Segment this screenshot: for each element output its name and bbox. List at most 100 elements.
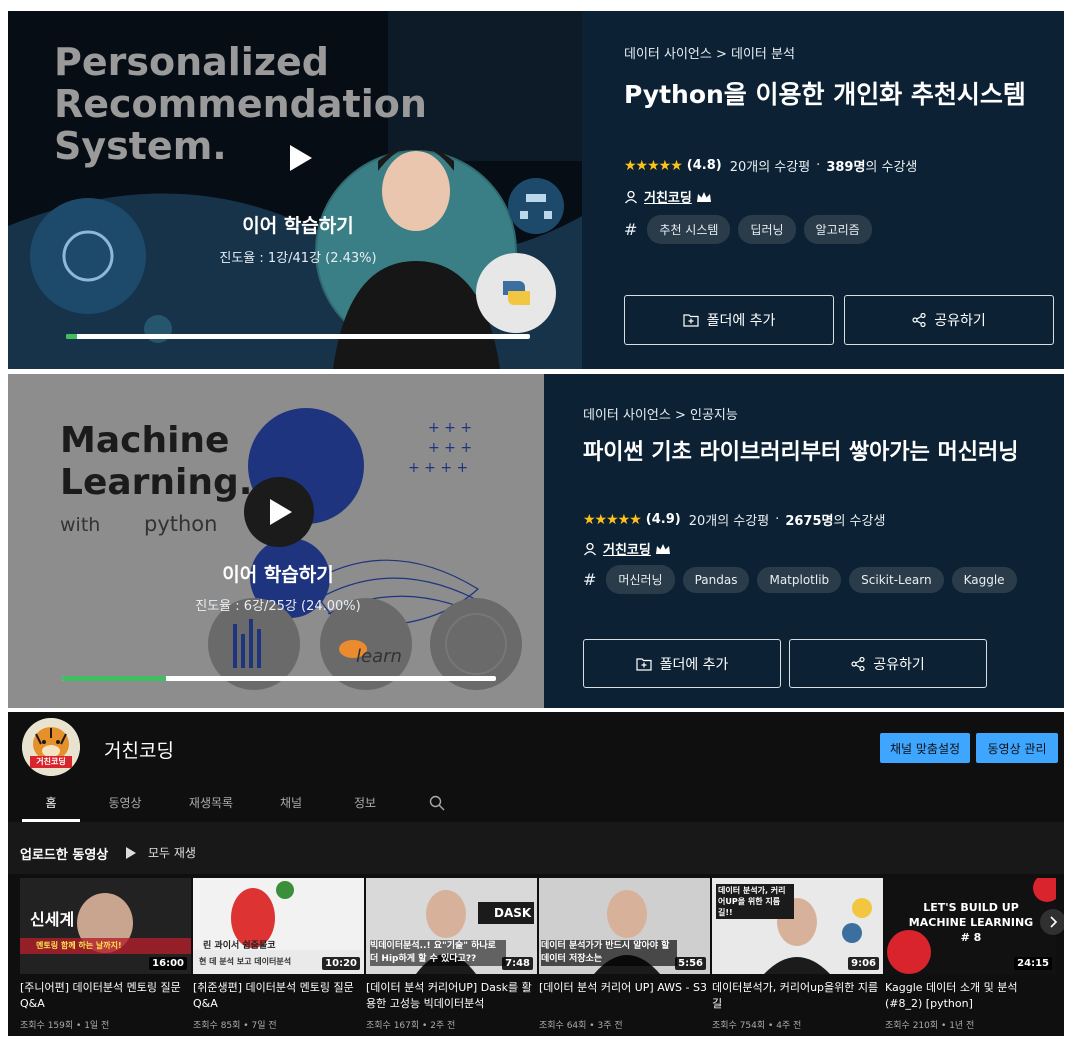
tab-playlists[interactable]: 재생목록 <box>176 794 246 811</box>
video-duration: 7:48 <box>502 957 533 970</box>
review-count[interactable]: 20개의 수강평 <box>689 510 769 529</box>
separator: · <box>816 158 821 173</box>
youtube-channel: 거친코딩 거친코딩 채널 맞춤설정 동영상 관리 홈 동영상 재생목록 채널 정… <box>8 712 1064 1036</box>
search-icon[interactable] <box>429 795 445 811</box>
video-thumbnail[interactable]: 데이터 분석가, 커리어UP을 위한 지름길!! 9:06 <box>712 878 883 974</box>
breadcrumb[interactable]: 데이터 사이언스 > 인공지능 <box>583 404 738 423</box>
video-title[interactable]: [데이터 분석 커리어UP] Dask를 활용한 고성능 빅데이터분석 <box>366 980 534 1012</box>
separator: · <box>775 512 780 527</box>
crown-icon <box>696 191 711 202</box>
svg-text:+ + +: + + + <box>428 440 472 456</box>
user-icon <box>625 190 637 203</box>
video-meta: 조회수 159회 • 1일 전 <box>20 1021 110 1031</box>
crown-icon <box>655 543 670 554</box>
tag-pill[interactable]: 알고리즘 <box>803 215 872 244</box>
course-2-thumb-line3: with <box>60 514 101 536</box>
share-button[interactable]: 공유하기 <box>844 295 1054 345</box>
rating-score: (4.8) <box>686 158 722 173</box>
thumb-title: 린 과이서 쉽줌물코 <box>203 941 276 951</box>
course-2-thumbnail[interactable]: + + + + + + + + + + Machine Learning. with… <box>8 374 544 708</box>
course-1-thumb-title: Personalized Recommendation System. <box>54 40 427 168</box>
share-icon <box>851 656 865 671</box>
course-1-thumbnail[interactable]: Personalized Recommendation System. 이어 학… <box>8 11 582 369</box>
course-2-thumb-badge: learn <box>356 646 402 667</box>
video-title[interactable]: [데이터 분석 커리어 UP] AWS - S3 <box>539 980 707 996</box>
breadcrumb[interactable]: 데이터 사이언스 > 데이터 분석 <box>624 43 795 62</box>
review-count[interactable]: 20개의 수강평 <box>730 156 810 175</box>
tag-pill[interactable]: 머신러닝 <box>606 565 675 594</box>
add-to-folder-button[interactable]: 폴더에 추가 <box>624 295 834 345</box>
uploads-row: 업로드한 동영상 모두 재생 <box>8 822 1064 874</box>
tiger-logo <box>22 718 80 776</box>
tab-channels[interactable]: 채널 <box>266 794 316 811</box>
tab-about[interactable]: 정보 <box>340 794 390 811</box>
author-link[interactable]: 거친코딩 <box>603 539 651 558</box>
hash-icon: # <box>624 220 638 239</box>
continue-learning[interactable]: 이어 학습하기 <box>158 560 398 587</box>
course-title: 파이썬 기초 라이브러리부터 쌓아가는 머신러닝 <box>583 440 1019 465</box>
play-all-button[interactable]: 모두 재생 <box>126 844 196 861</box>
share-label: 공유하기 <box>934 313 986 329</box>
channel-avatar[interactable]: 거친코딩 <box>22 718 80 776</box>
tag-list: # 추천 시스템 딥러닝 알고리즘 <box>624 215 880 244</box>
next-arrow-button[interactable] <box>1040 909 1064 935</box>
svg-text:+ + + +: + + + + <box>408 460 468 476</box>
tag-list: # 머신러닝 Pandas Matplotlib Scikit-Learn Kaggle <box>583 565 1025 594</box>
video-title[interactable]: 데이터분석가, 커리어up을위한 지름길 <box>712 980 880 1012</box>
play-icon[interactable] <box>290 145 312 171</box>
progress-text: 진도율 : 6강/25강 (24.00%) <box>195 599 361 614</box>
course-2-thumb-line1: Machine <box>60 420 230 461</box>
thumb-subtitle: 빅데이터분석..! 요"기술" 하나로 더 Hip하게 할 수 있다고?? <box>370 940 506 966</box>
video-thumbnail[interactable]: LET'S BUILD UP MACHINE LEARNING # 8 24:1… <box>885 878 1056 974</box>
course-card-2: + + + + + + + + + + Machine Learning. with… <box>8 374 1064 708</box>
rating-score: (4.9) <box>645 512 681 527</box>
play-icon <box>126 846 136 859</box>
video-thumbnail[interactable]: 신세계 멘토링 함께 하는 날까지! 16:00 <box>20 878 191 974</box>
video-meta: 조회수 64회 • 3주 전 <box>539 1021 623 1031</box>
progress-text: 진도율 : 1강/41강 (2.43%) <box>219 251 377 266</box>
thumb-title: LET'S BUILD UP MACHINE LEARNING # 8 <box>908 901 1034 944</box>
play-all-label: 모두 재생 <box>148 846 196 860</box>
student-suffix: 의 수강생 <box>833 514 886 529</box>
uploads-heading: 업로드한 동영상 <box>20 848 109 863</box>
customize-channel-button[interactable]: 채널 맞춤설정 <box>880 733 970 763</box>
video-meta: 조회수 85회 • 7일 전 <box>193 1021 277 1031</box>
course-1-info: 데이터 사이언스 > 데이터 분석 Python을 이용한 개인화 추천시스템 … <box>582 11 1064 369</box>
author-link[interactable]: 거친코딩 <box>644 187 692 206</box>
chevron-right-icon <box>1050 916 1058 928</box>
add-to-folder-button[interactable]: 폴더에 추가 <box>583 639 781 688</box>
video-thumbnail[interactable]: DASK 빅데이터분석..! 요"기술" 하나로 더 Hip하게 할 수 있다고… <box>366 878 537 974</box>
thumb-subtitle: 현 데 분석 보고 데이터분석 <box>199 957 292 966</box>
video-title[interactable]: [취준생편] 데이터분석 멘토링 질문 Q&A <box>193 980 361 1012</box>
play-icon[interactable] <box>270 499 292 525</box>
share-button[interactable]: 공유하기 <box>789 639 987 688</box>
course-2-info: 데이터 사이언스 > 인공지능 파이썬 기초 라이브러리부터 쌓아가는 머신러닝… <box>544 374 1064 708</box>
add-to-folder-label: 폴더에 추가 <box>706 313 776 329</box>
manage-videos-button[interactable]: 동영상 관리 <box>976 733 1058 763</box>
video-duration: 10:20 <box>322 957 360 970</box>
tag-pill[interactable]: 딥러닝 <box>738 215 796 244</box>
tab-videos[interactable]: 동영상 <box>96 794 154 811</box>
author-row: 거친코딩 <box>583 539 671 558</box>
student-count: 2675명 <box>785 514 834 529</box>
video-title[interactable]: [주니어편] 데이터분석 멘토링 질문 Q&A <box>20 980 188 1012</box>
progress-fill <box>66 334 78 339</box>
continue-learning[interactable]: 이어 학습하기 <box>178 211 418 238</box>
tag-pill[interactable]: Kaggle <box>951 566 1017 593</box>
tag-pill[interactable]: Matplotlib <box>757 566 842 593</box>
tag-pill[interactable]: 추천 시스템 <box>647 215 731 244</box>
star-rating-icon: ★★★★★ <box>583 511 642 528</box>
channel-name: 거친코딩 <box>104 740 174 762</box>
video-duration: 5:56 <box>675 957 706 970</box>
video-title[interactable]: Kaggle 데이터 소개 및 분석 (#8_2) [python] <box>885 980 1053 1012</box>
tab-home[interactable]: 홈 <box>22 794 80 811</box>
hash-icon: # <box>583 570 597 589</box>
folder-plus-icon <box>682 314 699 327</box>
student-count: 389명 <box>826 160 866 175</box>
course-2-thumb-line2: Learning. <box>60 462 253 503</box>
tag-pill[interactable]: Scikit-Learn <box>849 566 944 593</box>
video-thumbnail[interactable]: 린 과이서 쉽줌물코 현 데 분석 보고 데이터분석 10:20 <box>193 878 364 974</box>
video-thumbnail[interactable]: 데이터 분석가가 반드시 알아야 할 데이터 저장소는 5:56 <box>539 878 710 974</box>
video-meta: 조회수 167회 • 2주 전 <box>366 1021 456 1031</box>
tag-pill[interactable]: Pandas <box>682 566 750 593</box>
